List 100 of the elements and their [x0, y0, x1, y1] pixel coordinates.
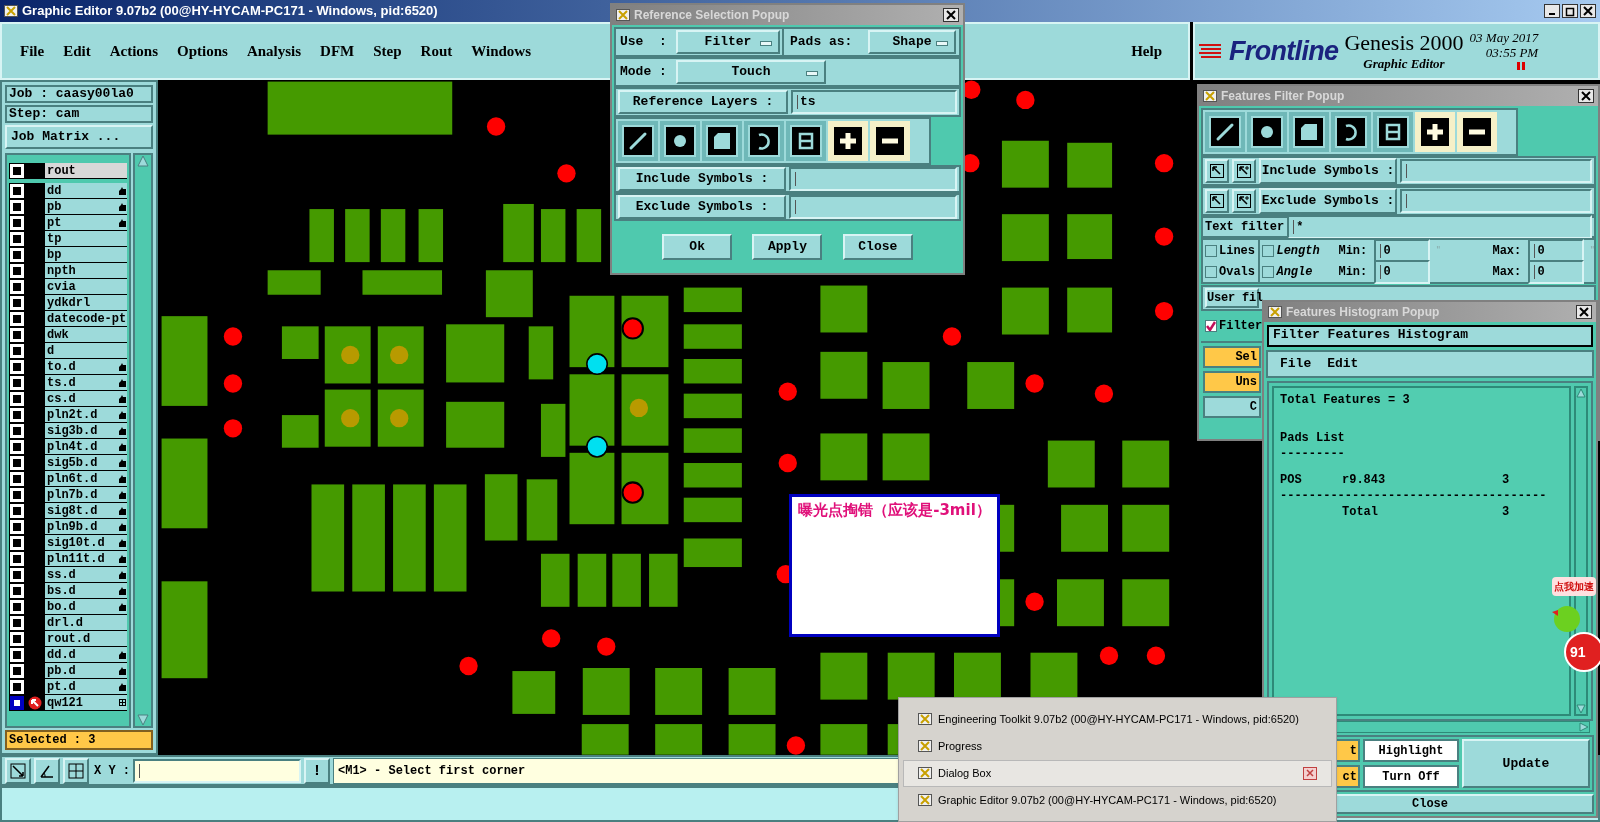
checkbox[interactable]	[10, 696, 24, 710]
layer-item[interactable]: tp	[45, 231, 127, 247]
feature-type-button[interactable]	[1289, 112, 1329, 152]
layer-item[interactable]: pb.d	[45, 663, 127, 679]
action-button[interactable]: Turn Off	[1363, 765, 1459, 788]
layer-item[interactable]: pt.d	[45, 679, 127, 695]
action-button[interactable]: Uns	[1203, 371, 1261, 393]
menu-item[interactable]: Progress	[903, 732, 1332, 760]
arrow-button[interactable]	[1205, 159, 1229, 183]
arrow-button[interactable]	[1232, 159, 1256, 183]
layer-item[interactable]: d	[45, 343, 127, 359]
feature-type-button[interactable]	[1373, 112, 1413, 152]
job-matrix-button[interactable]: Job Matrix ...	[5, 125, 153, 149]
layer-item[interactable]: rout.d	[45, 631, 127, 647]
feature-type-button[interactable]	[618, 121, 658, 161]
close-button[interactable]	[943, 8, 959, 22]
layer-item[interactable]: ts.d	[45, 375, 127, 391]
menu-item[interactable]: Engineering Toolkit 9.07b2 (00@HY-HYCAM-PC171 - Windows, pid:6520)	[903, 705, 1332, 733]
feature-type-button[interactable]	[702, 121, 742, 161]
layer-item[interactable]: sig3b.d	[45, 423, 127, 439]
symbols-button[interactable]: Exclude Symbols :	[1259, 188, 1397, 214]
menu-item[interactable]: Edit	[63, 39, 91, 63]
checkbox[interactable]	[1205, 319, 1217, 332]
layer-item[interactable]: to.d	[45, 359, 127, 375]
layer-item[interactable]: pln6t.d	[45, 471, 127, 487]
checkbox[interactable]	[1205, 244, 1217, 257]
layer-item[interactable]: bo.d	[45, 599, 127, 615]
layer-item[interactable]: pln11t.d	[45, 551, 127, 567]
layer-item[interactable]: rout	[45, 163, 127, 179]
close-button[interactable]	[1576, 305, 1592, 319]
layer-item[interactable]: qw121	[45, 695, 127, 711]
input-field[interactable]	[133, 758, 301, 783]
feature-type-button[interactable]	[1247, 112, 1287, 152]
layer-item[interactable]: sig10t.d	[45, 535, 127, 551]
menu-item[interactable]: File	[20, 39, 45, 63]
layer-item[interactable]: dd	[45, 183, 127, 199]
input-field[interactable]	[1400, 159, 1592, 183]
checkbox[interactable]	[1205, 265, 1217, 278]
layer-item[interactable]: pb	[45, 199, 127, 215]
symbols-button[interactable]: Exclude Symbols :	[618, 195, 786, 219]
dialog-button[interactable]: Ok	[662, 234, 733, 260]
symbols-button[interactable]: Include Symbols :	[1259, 158, 1397, 184]
action-button[interactable]: Highlight	[1363, 739, 1459, 762]
menu-item[interactable]: File	[1280, 354, 1312, 374]
menu-item[interactable]: DFM	[320, 39, 355, 63]
action-button[interactable]: C	[1203, 396, 1261, 418]
reference-layers-button[interactable]: Reference Layers :	[618, 90, 788, 114]
alert-button[interactable]: !	[304, 757, 330, 784]
menu-item[interactable]: Windows	[471, 39, 531, 63]
input-field[interactable]	[789, 167, 957, 191]
layer-item[interactable]: npth	[45, 263, 127, 279]
close-button[interactable]	[1578, 89, 1594, 103]
maximize-button[interactable]	[1562, 4, 1578, 18]
symbols-button[interactable]: Include Symbols :	[618, 167, 786, 191]
layer-item[interactable]: dwk	[45, 327, 127, 343]
feature-type-button[interactable]	[660, 121, 700, 161]
layer-item[interactable]: cvia	[45, 279, 127, 295]
layer-item[interactable]: pln7b.d	[45, 487, 127, 503]
layer-item[interactable]: ss.d	[45, 567, 127, 583]
scrollbar[interactable]	[133, 153, 153, 728]
arrow-button[interactable]	[1232, 189, 1256, 213]
toolbar-button[interactable]	[34, 757, 60, 784]
menu-item[interactable]: Analysis	[246, 39, 302, 63]
layer-item[interactable]: pln4t.d	[45, 439, 127, 455]
dropdown[interactable]: Filter	[676, 30, 780, 54]
menu-item[interactable]: Edit	[1327, 354, 1359, 374]
input-field[interactable]: ts	[791, 90, 957, 114]
feature-type-button[interactable]	[786, 121, 826, 161]
input-field[interactable]: *	[1287, 215, 1592, 239]
input-field[interactable]	[789, 195, 957, 219]
dropdown[interactable]: Touch	[676, 60, 826, 84]
layer-item[interactable]: cs.d	[45, 391, 127, 407]
action-button[interactable]: Sel	[1203, 346, 1261, 368]
input-field[interactable]	[1400, 189, 1592, 213]
layer-item[interactable]: ydkdrl	[45, 295, 127, 311]
feature-type-button[interactable]	[1205, 112, 1245, 152]
layer-item[interactable]: datecode-pt	[45, 311, 127, 327]
minimize-button[interactable]	[1544, 4, 1560, 18]
layer-item[interactable]: bs.d	[45, 583, 127, 599]
close-button[interactable]	[1580, 4, 1596, 18]
layer-item[interactable]: bp	[45, 247, 127, 263]
layer-item[interactable]: drl.d	[45, 615, 127, 631]
update-button[interactable]: Update	[1462, 739, 1590, 788]
layer-item[interactable]: pln9b.d	[45, 519, 127, 535]
layer-item[interactable]: dd.d	[45, 647, 127, 663]
menu-item[interactable]: Options	[177, 39, 228, 63]
dialog-button[interactable]: Apply	[752, 234, 823, 260]
feature-type-button[interactable]	[744, 121, 784, 161]
dropdown[interactable]: Shape	[868, 30, 956, 54]
arrow-button[interactable]	[1205, 189, 1229, 213]
menu-item[interactable]: Step	[373, 39, 402, 63]
toolbar-button[interactable]	[63, 757, 89, 784]
layer-item[interactable]: pln2t.d	[45, 407, 127, 423]
menu-item[interactable]: Rout	[420, 39, 453, 63]
layer-item[interactable]: sig8t.d	[45, 503, 127, 519]
help-menu[interactable]: Help	[1131, 39, 1162, 63]
layer-item[interactable]: pt	[45, 215, 127, 231]
layer-item[interactable]: sig5b.d	[45, 455, 127, 471]
speed-up-badge[interactable]: 点我加速	[1552, 577, 1596, 596]
toolbar-button[interactable]	[5, 757, 31, 784]
